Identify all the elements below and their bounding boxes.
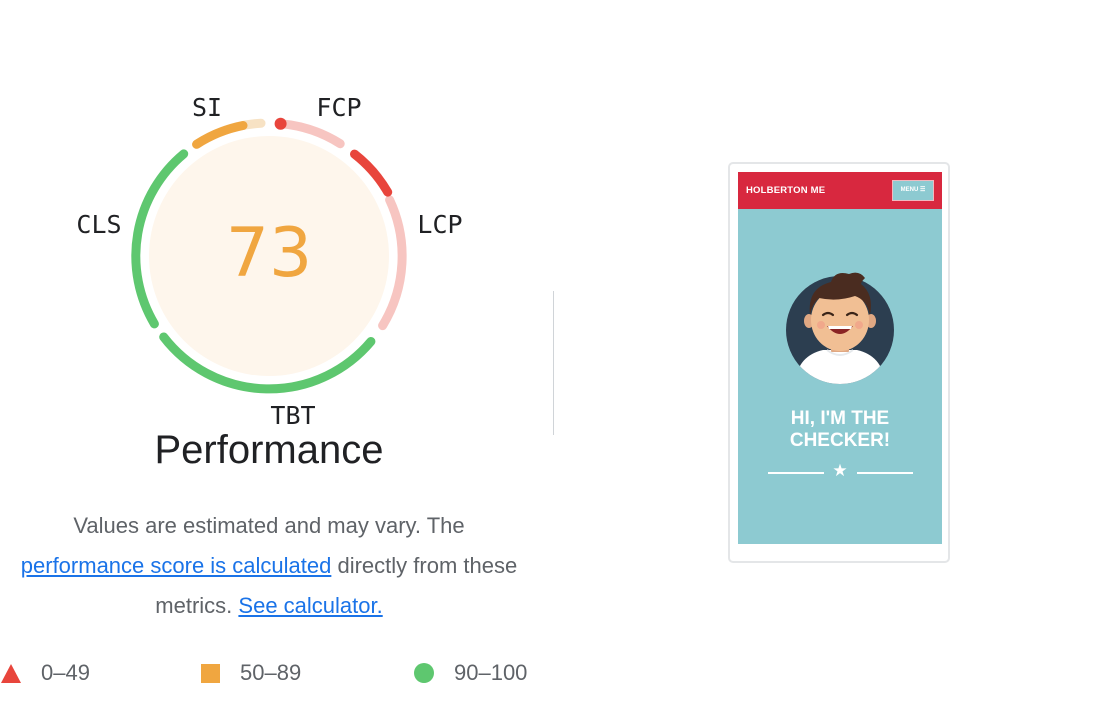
triangle-icon — [1, 663, 21, 683]
section-divider — [553, 291, 554, 435]
performance-gauge: 73 SI FCP LCP CLS TBT — [76, 93, 462, 430]
lcp-label: LCP — [417, 210, 462, 239]
see-calculator-link[interactable]: See calculator. — [238, 593, 382, 618]
star-icon: ★ — [832, 461, 848, 480]
legend-item-pass: 90–100 — [414, 660, 527, 686]
si-label: SI — [192, 93, 222, 122]
tbt-label: TBT — [270, 401, 315, 430]
legend-item-average: 50–89 — [201, 660, 301, 686]
avatar — [786, 272, 894, 384]
site-brand: HOLBERTON ME — [746, 185, 826, 196]
divider-line-left — [768, 472, 824, 474]
divider-line-right — [857, 472, 913, 474]
square-icon — [201, 663, 220, 683]
legend-label: 90–100 — [454, 660, 528, 685]
score-value: 73 — [226, 214, 313, 293]
desc-text-1: Values are estimated and may vary. The — [73, 513, 465, 538]
legend-label: 0–49 — [41, 660, 90, 685]
site-header: HOLBERTON ME MENU ☰ — [738, 172, 942, 209]
legend-label: 50–89 — [240, 660, 302, 685]
hero-title-line-2: CHECKER! — [789, 430, 891, 451]
final-screenshot[interactable]: HOLBERTON ME MENU ☰ HI, I'M THE CHECKER!… — [728, 162, 950, 563]
fcp-marker — [274, 117, 287, 130]
fcp-label: FCP — [316, 93, 361, 122]
performance-title: Performance — [154, 428, 384, 472]
score-calculation-link[interactable]: performance score is calculated — [21, 553, 332, 578]
screenshot-screen: HOLBERTON ME MENU ☰ HI, I'M THE CHECKER!… — [738, 172, 942, 544]
circle-icon — [414, 663, 434, 683]
menu-button: MENU ☰ — [892, 180, 934, 201]
hero-title-line-1: HI, I'M THE — [790, 408, 890, 429]
performance-description: Values are estimated and may vary. The p… — [0, 506, 538, 626]
hero-title: HI, I'M THE CHECKER! — [738, 408, 942, 452]
legend-item-fail: 0–49 — [1, 660, 90, 686]
score-legend: 0–49 50–89 90–100 — [0, 660, 560, 692]
cls-label: CLS — [76, 210, 121, 239]
